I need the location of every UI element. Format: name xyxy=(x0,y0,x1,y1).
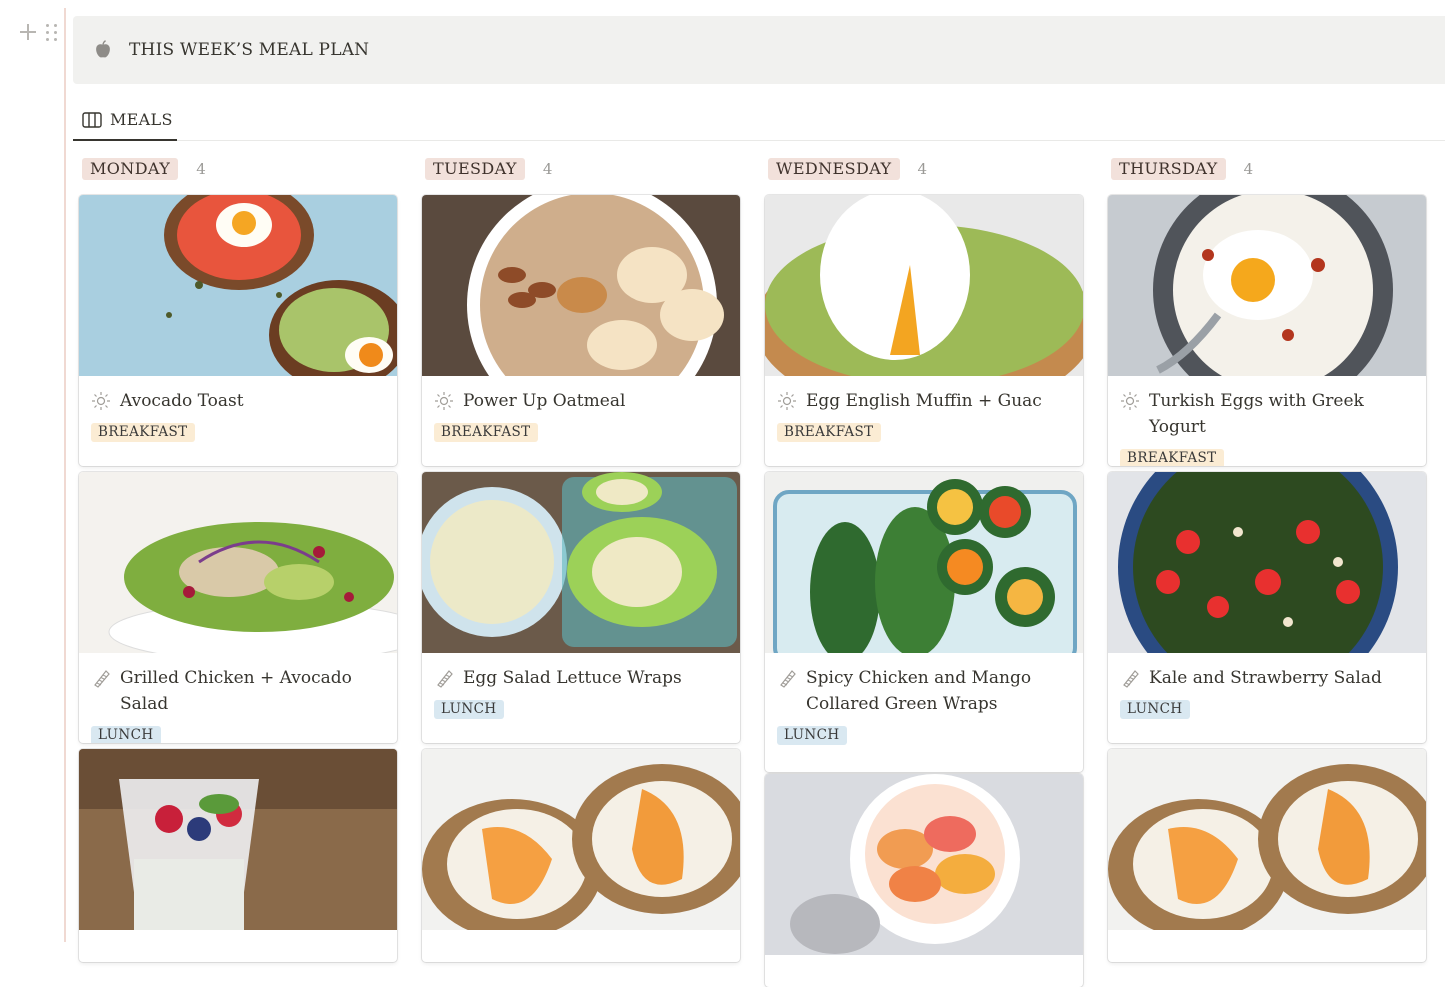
column-day-label[interactable]: THURSDAY xyxy=(1111,158,1226,180)
meal-photo xyxy=(79,195,397,376)
sun-icon xyxy=(434,391,454,411)
sun-icon xyxy=(91,391,111,411)
card-body: Kale and Strawberry Salad LUNCH xyxy=(1108,653,1426,719)
drag-handle-icon[interactable] xyxy=(46,22,58,42)
meal-title: Egg Salad Lettuce Wraps xyxy=(463,668,682,688)
apple-icon xyxy=(96,40,110,58)
card-title-row: Spicy Chicken and Mango Collared Green W… xyxy=(777,665,1071,717)
meal-title: Avocado Toast xyxy=(120,391,244,411)
board-column: WEDNESDAY 4 xyxy=(768,155,1088,183)
card-body: Power Up Oatmeal BREAKFAST xyxy=(422,376,740,442)
meal-type-tag: LUNCH xyxy=(777,726,847,745)
page-divider xyxy=(64,8,66,942)
column-count: 4 xyxy=(196,160,206,178)
card-title-row: Egg Salad Lettuce Wraps xyxy=(434,665,728,691)
meal-type-tag: BREAKFAST xyxy=(1120,449,1224,466)
meal-title: Kale and Strawberry Salad xyxy=(1149,668,1382,688)
salad-icon xyxy=(434,668,454,688)
meal-card[interactable]: Egg English Muffin + Guac BREAKFAST xyxy=(765,195,1083,466)
meal-card[interactable]: Power Up Oatmeal BREAKFAST xyxy=(422,195,740,466)
meal-card[interactable] xyxy=(765,774,1083,987)
tab-label: MEALS xyxy=(110,110,173,129)
meal-card[interactable] xyxy=(1108,749,1426,962)
card-body: Avocado Toast BREAKFAST xyxy=(79,376,397,442)
meal-photo xyxy=(422,195,740,376)
board-icon xyxy=(82,111,102,128)
column-count: 4 xyxy=(1243,160,1254,178)
salad-icon xyxy=(1120,668,1140,688)
card-body: Egg Salad Lettuce Wraps LUNCH xyxy=(422,653,740,719)
salad-icon xyxy=(91,668,111,688)
meal-card[interactable]: Avocado Toast BREAKFAST xyxy=(79,195,397,466)
meal-title: Grilled Chicken + Avocado Salad xyxy=(120,668,352,714)
card-body: Grilled Chicken + Avocado Salad LUNCH xyxy=(79,653,397,743)
board-column: MONDAY 4 xyxy=(82,155,402,183)
meal-type-tag: BREAKFAST xyxy=(434,423,538,442)
page-title: THIS WEEK’S MEAL PLAN xyxy=(129,40,370,60)
board-column: THURSDAY 4 xyxy=(1111,155,1431,183)
card-body: Egg English Muffin + Guac BREAKFAST xyxy=(765,376,1083,442)
meal-card[interactable]: Spicy Chicken and Mango Collared Green W… xyxy=(765,472,1083,772)
meal-plan-callout: THIS WEEK’S MEAL PLAN xyxy=(73,16,1445,84)
meal-photo xyxy=(422,472,740,653)
card-body: Turkish Eggs with Greek Yogurt BREAKFAST xyxy=(1108,376,1426,466)
meal-photo xyxy=(1108,195,1426,376)
column-count: 4 xyxy=(917,160,928,178)
column-header: MONDAY 4 xyxy=(82,155,402,183)
column-day-label[interactable]: TUESDAY xyxy=(425,158,525,180)
board-column: TUESDAY 4 xyxy=(425,155,745,183)
column-header: WEDNESDAY 4 xyxy=(768,155,1088,183)
meal-card[interactable]: Kale and Strawberry Salad LUNCH xyxy=(1108,472,1426,743)
meal-photo xyxy=(422,749,740,930)
column-count: 4 xyxy=(542,160,553,178)
meal-title: Power Up Oatmeal xyxy=(463,391,626,411)
card-title-row: Egg English Muffin + Guac xyxy=(777,388,1071,414)
column-day-label[interactable]: WEDNESDAY xyxy=(768,158,900,180)
meal-type-tag: LUNCH xyxy=(1120,700,1190,719)
meal-card[interactable]: Egg Salad Lettuce Wraps LUNCH xyxy=(422,472,740,743)
meal-photo xyxy=(1108,749,1426,930)
meal-photo xyxy=(765,472,1083,653)
meal-photo xyxy=(79,749,397,930)
card-title-row: Turkish Eggs with Greek Yogurt xyxy=(1120,388,1414,440)
meal-photo xyxy=(1108,472,1426,653)
column-header: THURSDAY 4 xyxy=(1111,155,1431,183)
plus-icon[interactable] xyxy=(18,22,38,42)
view-tabbar: MEALS xyxy=(73,100,1445,141)
sun-icon xyxy=(777,391,797,411)
card-title-row: Avocado Toast xyxy=(91,388,385,414)
meal-type-tag: LUNCH xyxy=(434,700,504,719)
sun-icon xyxy=(1120,391,1140,411)
meal-type-tag: BREAKFAST xyxy=(91,423,195,442)
meal-title: Spicy Chicken and Mango Collared Green W… xyxy=(806,668,1032,714)
meal-card[interactable]: Grilled Chicken + Avocado Salad LUNCH xyxy=(79,472,397,743)
meal-photo xyxy=(765,195,1083,376)
meal-card[interactable]: Turkish Eggs with Greek Yogurt BREAKFAST xyxy=(1108,195,1426,466)
salad-icon xyxy=(777,668,797,688)
meal-type-tag: BREAKFAST xyxy=(777,423,881,442)
meal-card[interactable] xyxy=(422,749,740,962)
meal-card[interactable] xyxy=(79,749,397,962)
meal-title: Egg English Muffin + Guac xyxy=(806,391,1042,411)
meal-type-tag: LUNCH xyxy=(91,726,161,743)
meal-photo xyxy=(765,774,1083,955)
column-day-label[interactable]: MONDAY xyxy=(82,158,179,180)
meal-title: Turkish Eggs with Greek Yogurt xyxy=(1149,391,1364,437)
card-title-row: Power Up Oatmeal xyxy=(434,388,728,414)
column-header: TUESDAY 4 xyxy=(425,155,745,183)
card-title-row: Grilled Chicken + Avocado Salad xyxy=(91,665,385,717)
card-body: Spicy Chicken and Mango Collared Green W… xyxy=(765,653,1083,745)
block-controls xyxy=(18,22,58,42)
meal-photo xyxy=(79,472,397,653)
card-title-row: Kale and Strawberry Salad xyxy=(1120,665,1414,691)
tab-meals[interactable]: MEALS xyxy=(73,100,177,141)
